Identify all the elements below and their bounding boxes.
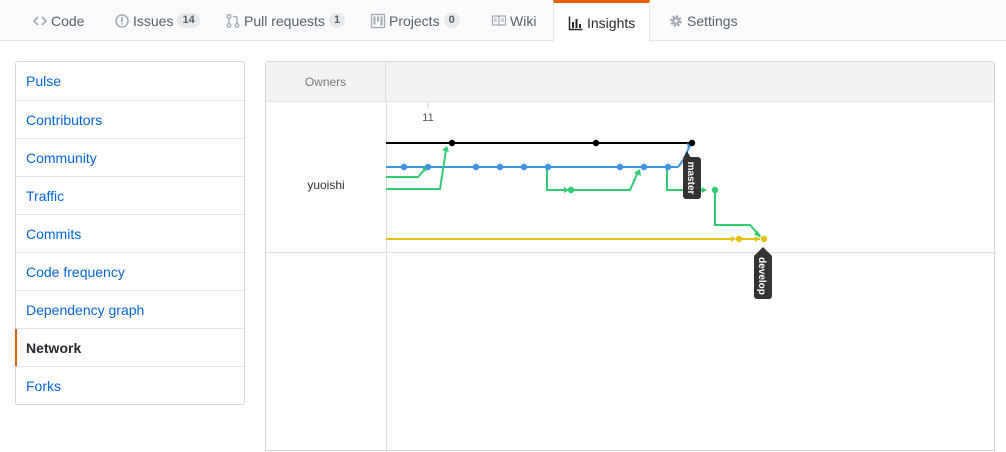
commit-dot [496,163,504,171]
master-branch-label[interactable]: master [683,151,701,199]
tab-projects[interactable]: Projects 0 [368,0,462,41]
commit-dot [592,139,600,147]
tab-label: Issues [133,12,174,29]
commit-dot [760,235,768,243]
tab-label: Wiki [510,12,537,29]
commit-dot [567,186,575,194]
tab-settings[interactable]: Settings [666,0,740,41]
project-icon [370,13,386,29]
graph-icon [568,15,584,31]
menu-item-pulse[interactable]: Pulse [16,62,244,100]
commit-dot [688,139,696,147]
tab-label: Settings [687,12,738,29]
develop-branch-label[interactable]: develop [754,247,772,299]
repo-nav: Code Issues 14 Pull requests 1 Projects … [0,0,1006,42]
green-merge-1 [386,168,426,178]
pull-request-icon [225,13,241,29]
tab-wiki[interactable]: Wiki [489,0,538,41]
commit-dot [424,163,432,171]
gear-icon [668,13,684,29]
branch-label-text: master [685,162,696,195]
tab-code[interactable]: Code [30,0,86,41]
branch-label-text: develop [756,257,767,295]
green-merge-2 [386,149,447,190]
issue-icon [114,13,130,29]
menu-item-code-frequency[interactable]: Code frequency [16,252,244,290]
insights-menu: Pulse Contributors Community Traffic Com… [15,61,245,405]
menu-item-community[interactable]: Community [16,138,244,176]
commit-dot [664,163,672,171]
menu-item-contributors[interactable]: Contributors [16,100,244,138]
issues-counter: 14 [177,13,200,28]
green-branch-middle-2 [571,171,639,191]
network-graph-panel[interactable]: Owners 11 master develop yuoishi [265,61,996,452]
green-branch-right-arrow [702,187,707,193]
green-branch-middle [546,167,566,191]
commit-dot [616,163,624,171]
menu-item-network[interactable]: Network [15,328,244,366]
commit-dot [735,235,743,243]
tab-insights[interactable]: Insights [553,0,651,42]
green-to-develop [714,190,761,237]
commit-dot [711,186,719,194]
tab-label: Projects [389,12,440,29]
commit-dot [472,163,480,171]
tab-issues[interactable]: Issues 14 [112,0,202,41]
owner-name[interactable]: yuoishi [266,178,386,192]
commit-dot [400,163,408,171]
date-label: 11 [422,112,433,124]
menu-item-traffic[interactable]: Traffic [16,176,244,214]
tab-pull-requests[interactable]: Pull requests 1 [223,0,347,41]
projects-counter: 0 [443,13,460,28]
commit-dot [544,163,552,171]
tab-label: Pull requests [244,12,325,29]
develop-arrow-1 [731,236,736,242]
commit-dot [520,163,528,171]
menu-item-forks[interactable]: Forks [16,366,244,404]
code-icon [32,13,48,29]
tab-label: Insights [587,14,636,31]
pull-requests-counter: 1 [328,13,346,28]
menu-item-commits[interactable]: Commits [16,214,244,252]
tab-label: Code [51,12,85,29]
network-graph[interactable]: 11 master develop [266,62,996,452]
menu-item-dependency-graph[interactable]: Dependency graph [16,290,244,328]
book-icon [491,13,507,29]
commit-dot [448,139,456,147]
commit-dot [640,163,648,171]
